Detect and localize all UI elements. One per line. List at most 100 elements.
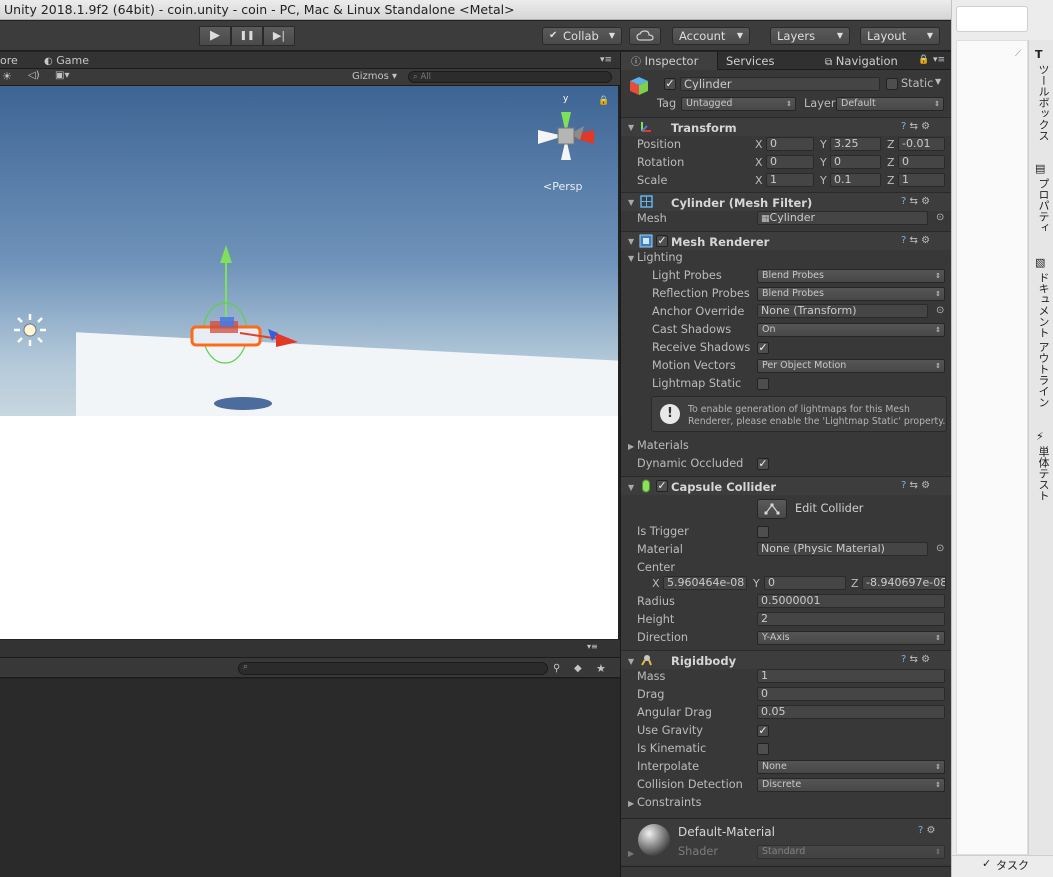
- position-z-field[interactable]: -0.01: [898, 137, 945, 151]
- static-dropdown-arrow-icon[interactable]: ▼: [935, 77, 941, 86]
- lock-icon[interactable]: ▾≡: [587, 642, 598, 651]
- directional-light-icon[interactable]: [12, 312, 48, 348]
- object-picker-icon[interactable]: ⊙: [936, 212, 944, 223]
- preset-icon[interactable]: ⇆: [910, 235, 918, 246]
- object-picker-icon[interactable]: ⊙: [936, 305, 944, 316]
- help-icon[interactable]: ?: [901, 196, 906, 207]
- tab-navigation[interactable]: ⧉ Navigation: [825, 52, 898, 70]
- scale-z-label[interactable]: Z: [887, 174, 895, 187]
- capsule-collider-enabled-checkbox[interactable]: ✓: [656, 480, 668, 492]
- center-x-label[interactable]: X: [652, 577, 660, 590]
- scale-z-field[interactable]: 1: [898, 173, 945, 187]
- mesh-object-field[interactable]: ▦Cylinder: [757, 211, 928, 225]
- rotation-x-field[interactable]: 0: [766, 155, 814, 169]
- gear-icon[interactable]: ⚙: [927, 825, 936, 836]
- step-button[interactable]: ▶|: [263, 26, 295, 46]
- tab-asset-store[interactable]: ore: [0, 52, 18, 69]
- effects-toggle-icon[interactable]: ▣▾: [55, 70, 69, 81]
- center-y-field[interactable]: 0: [764, 576, 846, 590]
- gear-icon[interactable]: ⚙: [921, 480, 930, 491]
- center-z-field[interactable]: -8.940697e-08: [862, 576, 946, 590]
- cast-shadows-dropdown[interactable]: On ⇕: [757, 323, 945, 337]
- rotation-y-label[interactable]: Y: [820, 156, 827, 169]
- lock-icon[interactable]: 🔒: [598, 96, 609, 106]
- tab-document-outline[interactable]: ドキュメント アウトライン: [1035, 272, 1051, 408]
- foldout-open-icon[interactable]: ▼: [628, 123, 634, 132]
- object-name-field[interactable]: Cylinder: [680, 77, 880, 91]
- direction-dropdown[interactable]: Y-Axis ⇕: [757, 631, 945, 645]
- rotation-y-field[interactable]: 0: [830, 155, 881, 169]
- is-kinematic-checkbox[interactable]: [757, 743, 769, 755]
- dynamic-occluded-checkbox[interactable]: ✓: [757, 458, 769, 470]
- tab-unit-test[interactable]: 単体テスト: [1035, 446, 1051, 501]
- side-search-field[interactable]: [956, 6, 1028, 32]
- center-y-label[interactable]: Y: [753, 577, 760, 590]
- projection-label[interactable]: <Persp: [543, 180, 582, 193]
- lighting-foldout[interactable]: Lighting: [637, 251, 683, 264]
- help-icon[interactable]: ?: [901, 480, 906, 491]
- object-picker-icon[interactable]: ⊙: [936, 543, 944, 554]
- gear-icon[interactable]: ⚙: [921, 235, 930, 246]
- lock-icon[interactable]: 🔒: [918, 55, 929, 65]
- scale-y-field[interactable]: 0.1: [830, 173, 881, 187]
- collision-detection-dropdown[interactable]: Discrete ⇕: [757, 778, 945, 792]
- constraints-foldout[interactable]: Constraints: [637, 796, 701, 809]
- tab-properties[interactable]: プロパティ: [1035, 178, 1051, 233]
- gear-icon[interactable]: ⚙: [921, 196, 930, 207]
- rotation-z-field[interactable]: 0: [898, 155, 945, 169]
- scale-x-field[interactable]: 1: [766, 173, 814, 187]
- foldout-closed-icon[interactable]: ▶: [628, 442, 634, 451]
- shader-dropdown[interactable]: Standard ⇕: [757, 845, 945, 859]
- tag-dropdown[interactable]: Untagged ⇕: [681, 97, 796, 111]
- help-icon[interactable]: ?: [901, 654, 906, 665]
- filter-label-icon[interactable]: ◆: [574, 663, 582, 674]
- reflection-probes-dropdown[interactable]: Blend Probes ⇕: [757, 287, 945, 301]
- foldout-open-icon[interactable]: ▼: [628, 254, 634, 263]
- rotation-z-label[interactable]: Z: [887, 156, 895, 169]
- tab-game[interactable]: ◐ Game: [44, 52, 89, 69]
- cloud-button[interactable]: [629, 27, 661, 45]
- tab-inspector[interactable]: ⓘ Inspector: [621, 52, 718, 70]
- scale-y-label[interactable]: Y: [820, 174, 827, 187]
- is-trigger-checkbox[interactable]: [757, 526, 769, 538]
- radius-field[interactable]: 0.5000001: [757, 594, 945, 608]
- scene-orientation-gizmo[interactable]: y: [534, 94, 598, 168]
- motion-vectors-dropdown[interactable]: Per Object Motion ⇕: [757, 359, 945, 373]
- active-checkbox[interactable]: ✓: [664, 78, 676, 90]
- help-icon[interactable]: ?: [901, 235, 906, 246]
- tab-toolbox[interactable]: ツールボックス: [1035, 64, 1051, 141]
- static-checkbox[interactable]: [886, 78, 898, 90]
- help-icon[interactable]: ?: [901, 121, 906, 132]
- gear-icon[interactable]: ⚙: [921, 121, 930, 132]
- foldout-open-icon[interactable]: ▼: [628, 483, 634, 492]
- preset-icon[interactable]: ⇆: [910, 480, 918, 491]
- collider-material-field[interactable]: None (Physic Material): [757, 542, 928, 556]
- preset-icon[interactable]: ⇆: [910, 654, 918, 665]
- scene-viewport[interactable]: y <Persp 🔒: [0, 86, 618, 639]
- rotation-x-label[interactable]: X: [755, 156, 763, 169]
- gear-icon[interactable]: ⚙: [921, 654, 930, 665]
- center-z-label[interactable]: Z: [851, 577, 859, 590]
- mass-field[interactable]: 1: [757, 669, 945, 683]
- scale-x-label[interactable]: X: [755, 174, 763, 187]
- selected-cylinder-gizmo[interactable]: [180, 241, 305, 371]
- materials-foldout[interactable]: Materials: [637, 439, 689, 452]
- preset-icon[interactable]: ⇆: [910, 196, 918, 207]
- account-dropdown[interactable]: Account ▼: [672, 27, 750, 45]
- collab-button[interactable]: ✔ Collab ▼: [542, 27, 622, 45]
- layout-dropdown[interactable]: Layout ▼: [860, 27, 940, 45]
- position-x-label[interactable]: X: [755, 138, 763, 151]
- panel-menu-icon[interactable]: ▾≡: [600, 52, 612, 69]
- tab-services[interactable]: Services: [726, 52, 775, 70]
- position-y-label[interactable]: Y: [820, 138, 827, 151]
- interpolate-dropdown[interactable]: None ⇕: [757, 760, 945, 774]
- sun-toggle-icon[interactable]: ☀: [2, 70, 12, 83]
- use-gravity-checkbox[interactable]: ✓: [757, 725, 769, 737]
- panel-menu-icon[interactable]: ▾≡: [933, 55, 945, 65]
- audio-toggle-icon[interactable]: ◁): [28, 70, 40, 81]
- angular-drag-field[interactable]: 0.05: [757, 705, 945, 719]
- project-search-input[interactable]: ⌕: [238, 662, 548, 675]
- receive-shadows-checkbox[interactable]: ✓: [757, 342, 769, 354]
- layers-dropdown[interactable]: Layers ▼: [770, 27, 850, 45]
- play-button[interactable]: ▶: [199, 26, 231, 46]
